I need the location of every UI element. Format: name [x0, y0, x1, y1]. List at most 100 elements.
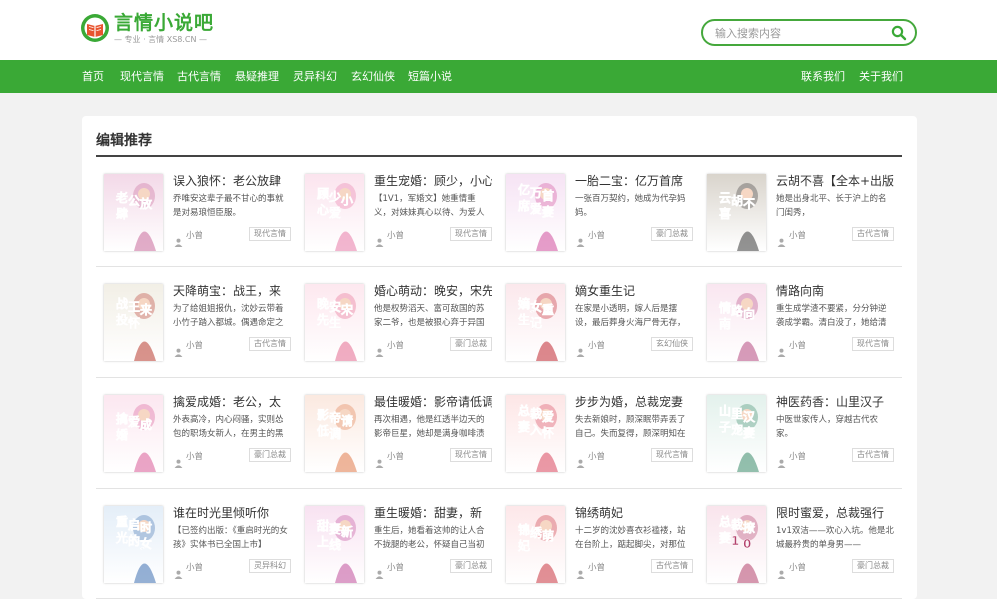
- book-category-tag[interactable]: 豪门总裁: [651, 227, 693, 241]
- book-card[interactable]: 嫡女重生记 嫡女重生记 在家是小透明，嫁人后是摆设，最后葬身火海尸骨无存， 小曾…: [498, 284, 693, 364]
- book-category-tag[interactable]: 灵异科幻: [249, 559, 291, 573]
- user-icon: [576, 453, 585, 468]
- svg-text:调: 调: [329, 427, 341, 441]
- book-card[interactable]: 战王来投怀 天降萌宝：战王，来 为了给姐姐报仇，沈妙云带着小竹子踏入都城。偶遇命…: [96, 284, 291, 364]
- book-title[interactable]: 云胡不喜【全本+出版】: [776, 172, 894, 189]
- book-title[interactable]: 限时蜜爱，总裁强行: [776, 504, 894, 521]
- nav-about[interactable]: 关于我们: [859, 60, 903, 93]
- book-cover-image[interactable]: 影帝请低调: [305, 395, 364, 472]
- book-card[interactable]: 山里汉子宠妻 神医药香：山里汉子 中医世家传人，穿越古代农家。 小曾 古代言情: [699, 395, 894, 475]
- book-cover-image[interactable]: 锦绣萌妃: [506, 506, 565, 583]
- book-cover-image[interactable]: 晚安宋先生: [305, 284, 364, 361]
- book-card[interactable]: 云胡不喜 云胡不喜【全本+出版】 她是出身北平、长于沪上的名门闺秀， 小曾 古代…: [699, 174, 894, 254]
- book-category-tag[interactable]: 古代言情: [852, 227, 894, 241]
- book-cover-image[interactable]: 总裁撩妻10: [707, 506, 766, 583]
- book-cover-image[interactable]: 亿万首席爱妻: [506, 174, 565, 251]
- nav-home[interactable]: 首页: [82, 60, 104, 93]
- book-title[interactable]: 嫡女重生记: [575, 282, 693, 299]
- book-category-tag[interactable]: 豪门总裁: [249, 448, 291, 462]
- book-cover-image[interactable]: 嫡女重生记: [506, 284, 565, 361]
- search-icon[interactable]: [891, 25, 907, 41]
- book-category-tag[interactable]: 玄幻仙侠: [651, 337, 693, 351]
- book-category-tag[interactable]: 现代言情: [651, 448, 693, 462]
- book-category-tag[interactable]: 现代言情: [852, 337, 894, 351]
- svg-text:来: 来: [139, 302, 153, 317]
- nav-mystery[interactable]: 悬疑推理: [235, 60, 279, 93]
- svg-text:向: 向: [743, 306, 755, 321]
- book-category-tag[interactable]: 豪门总裁: [450, 337, 492, 351]
- user-icon: [174, 453, 183, 468]
- book-card[interactable]: 顾少小心爱 重生宠婚：顾少，小心爱 【1V1，军婚文】她重情重义，对妹妹真心以待…: [297, 174, 492, 254]
- book-title[interactable]: 谁在时光里倾听你: [173, 504, 291, 521]
- nav-ancient-romance[interactable]: 古代言情: [177, 60, 221, 93]
- user-icon: [375, 232, 384, 247]
- book-description: 十二岁的沈妙喜衣衫褴褛，站在台阶上，踮起脚尖，对那位: [575, 526, 686, 550]
- book-card[interactable]: 锦绣萌妃 锦绣萌妃 十二岁的沈妙喜衣衫褴褛，站在台阶上，踮起脚尖，对那位 小曾 …: [498, 506, 693, 586]
- search-input[interactable]: [715, 25, 885, 42]
- book-author: 小曾: [789, 231, 807, 241]
- book-title[interactable]: 情路向南: [776, 282, 894, 299]
- book-card[interactable]: 影帝请低调 最佳暖婚：影帝请低调 再次相遇，他是红透半边天的影帝巨星，她却是满身…: [297, 395, 492, 475]
- svg-text:安: 安: [329, 299, 341, 314]
- book-title[interactable]: 步步为婚，总裁宠妻: [575, 393, 693, 410]
- user-icon: [777, 564, 786, 579]
- nav-modern-romance[interactable]: 现代言情: [120, 60, 164, 93]
- book-category-tag[interactable]: 现代言情: [450, 227, 492, 241]
- svg-text:绣: 绣: [529, 525, 543, 540]
- book-title[interactable]: 误入狼怀：老公放肆: [173, 172, 291, 189]
- book-card[interactable]: 总裁爱妻入怀 步步为婚，总裁宠妻 失去新娘时，顾深眠带弄丢了自己。失而复得，顾深…: [498, 395, 693, 475]
- svg-text:山: 山: [719, 403, 731, 418]
- book-title[interactable]: 天降萌宝：战王，来: [173, 282, 291, 299]
- book-description: 外表高冷，内心闷骚，实则怂包的职场女新人，在男主的黑: [173, 415, 284, 439]
- svg-text:王: 王: [128, 300, 140, 314]
- book-category-tag[interactable]: 豪门总裁: [852, 559, 894, 573]
- book-category-tag[interactable]: 古代言情: [651, 559, 693, 573]
- nav-short-stories[interactable]: 短篇小说: [408, 60, 452, 93]
- book-author: 小曾: [186, 231, 204, 241]
- book-category-tag[interactable]: 现代言情: [450, 448, 492, 462]
- nav-scifi[interactable]: 灵异科幻: [293, 60, 337, 93]
- book-category-tag[interactable]: 豪门总裁: [450, 559, 492, 573]
- book-category-tag[interactable]: 古代言情: [249, 337, 291, 351]
- book-card[interactable]: 亿万首席爱妻 一胎二宝：亿万首席 一张百万契约，她成为代孕妈妈。 小曾 豪门总裁: [498, 174, 693, 254]
- book-card[interactable]: 晚安宋先生 婚心萌动：晚安，宋先生 他是权势滔天、富可敌国的苏家二爷，也是被狠心…: [297, 284, 492, 364]
- book-card[interactable]: 总裁撩妻10 限时蜜爱，总裁强行 1v1双洁——欢心入坑。他是北城最矜贵的单身男…: [699, 506, 894, 586]
- user-icon: [375, 564, 384, 579]
- site-logo[interactable]: 言情小说吧 — 专业 · 言情 XS8.CN —: [80, 11, 214, 45]
- book-cover-image[interactable]: 老公放肆: [104, 174, 163, 251]
- book-author: 小曾: [789, 341, 807, 351]
- svg-text:0: 0: [743, 537, 751, 551]
- book-title[interactable]: 锦绣萌妃: [575, 504, 693, 521]
- book-cover-image[interactable]: 擒爱成婚: [104, 395, 163, 472]
- svg-text:低: 低: [316, 423, 329, 438]
- book-title[interactable]: 重生暖婚：甜妻，新: [374, 504, 492, 521]
- book-cover-image[interactable]: 云胡不喜: [707, 174, 766, 251]
- book-cover-image[interactable]: 甜妻新上线: [305, 506, 364, 583]
- svg-text:生: 生: [329, 315, 341, 330]
- book-title[interactable]: 最佳暖婚：影帝请低调: [374, 393, 492, 410]
- book-title[interactable]: 一胎二宝：亿万首席: [575, 172, 693, 189]
- svg-text:成: 成: [140, 417, 152, 432]
- book-title[interactable]: 重生宠婚：顾少，小心爱: [374, 172, 492, 189]
- svg-text:影: 影: [317, 407, 329, 422]
- book-category-tag[interactable]: 古代言情: [852, 448, 894, 462]
- nav-fantasy[interactable]: 玄幻仙侠: [351, 60, 395, 93]
- book-description: 1v1双洁——欢心入坑。他是北城最矜贵的单身男——: [776, 526, 894, 550]
- book-card[interactable]: 甜妻新上线 重生暖婚：甜妻，新 重生后，她看着这帅的让人合不拢腿的老公，怀疑自己…: [297, 506, 492, 586]
- book-cover-image[interactable]: 山里汉子宠妻: [707, 395, 766, 472]
- book-cover-image[interactable]: 重启时光的女: [104, 506, 163, 583]
- book-cover-image[interactable]: 情路向南: [707, 284, 766, 361]
- book-card[interactable]: 擒爱成婚 擒爱成婚：老公，太 外表高冷，内心闷骚，实则怂包的职场女新人，在男主的…: [96, 395, 291, 475]
- book-category-tag[interactable]: 现代言情: [249, 227, 291, 241]
- book-cover-image[interactable]: 总裁爱妻入怀: [506, 395, 565, 472]
- book-title[interactable]: 婚心萌动：晚安，宋先生: [374, 282, 492, 299]
- book-card[interactable]: 重启时光的女 谁在时光里倾听你 【已签约出版：《重启时光的女孩》实体书已全国上市…: [96, 506, 291, 586]
- book-card[interactable]: 情路向南 情路向南 重生成学渣不要紧，分分钟逆袭成学霸。清白没了，她给清 小曾 …: [699, 284, 894, 364]
- book-title[interactable]: 神医药香：山里汉子: [776, 393, 894, 410]
- book-cover-image[interactable]: 战王来投怀: [104, 284, 163, 361]
- nav-contact[interactable]: 联系我们: [801, 60, 845, 93]
- book-cover-image[interactable]: 顾少小心爱: [305, 174, 364, 251]
- book-card[interactable]: 老公放肆 误入狼怀：老公放肆 乔唯安这辈子最不甘心的事就是对易琅恒臣服。 小曾 …: [96, 174, 291, 254]
- user-icon: [777, 453, 786, 468]
- book-title[interactable]: 擒爱成婚：老公，太: [173, 393, 291, 410]
